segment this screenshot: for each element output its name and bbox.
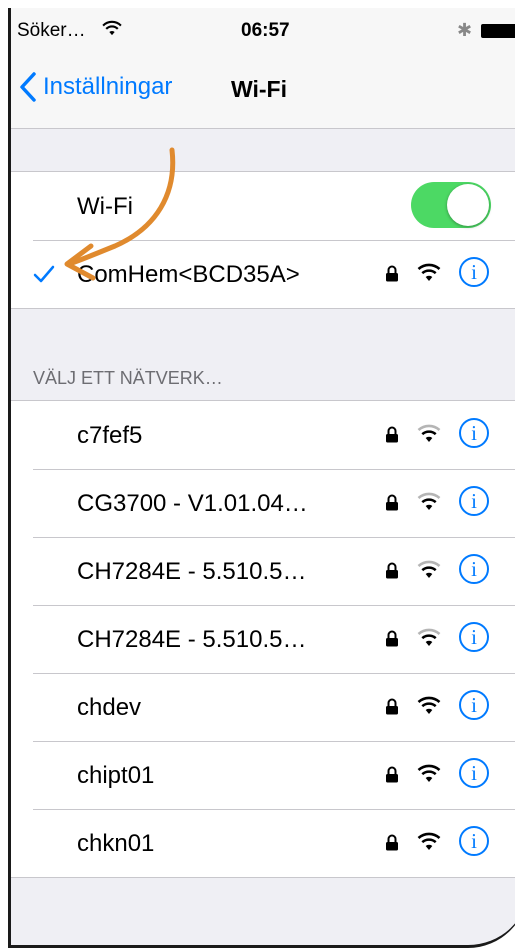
wifi-toggle-switch[interactable] [411,182,491,228]
chevron-left-icon [20,72,36,102]
info-button[interactable]: i [459,257,489,287]
network-row[interactable]: CH7284E - 5.510.5… i [11,605,515,673]
back-button[interactable]: Inställningar [19,72,172,102]
connected-network-row[interactable]: ComHem<BCD35A> i [11,240,515,308]
network-name: chdev [77,694,142,721]
bluetooth-icon: ✱ [457,20,473,40]
info-button[interactable]: i [459,418,489,448]
battery-icon [481,24,515,38]
lock-icon [386,265,398,282]
network-list: c7fef5 i CG3700 - V1.01.04… i CH7284E - 5.51… [11,400,515,878]
connected-network-name: ComHem<BCD35A> [77,261,300,288]
network-name: c7fef5 [77,422,143,449]
status-time: 06:57 [241,20,290,41]
lock-icon [386,426,398,443]
network-name: CH7284E - 5.510.5… [77,558,307,585]
network-row[interactable]: chkn01 i [11,809,515,877]
wifi-signal-icon [417,764,441,782]
info-button[interactable]: i [459,554,489,584]
wifi-signal-icon [417,263,441,281]
info-button[interactable]: i [459,690,489,720]
screen: Söker… 06:57 ✱ Inställningar Wi-Fi Wi-Fi [11,8,515,945]
wifi-group: Wi-Fi ComHem<BCD35A> i [11,171,515,309]
wifi-signal-icon [417,696,441,714]
section-header: VÄLJ ETT NÄTVERK… [33,368,223,388]
network-name: chkn01 [77,830,155,857]
lock-icon [386,562,398,579]
navigation-bar: Inställningar Wi-Fi [11,50,515,129]
network-row[interactable]: chdev i [11,673,515,741]
network-name: CH7284E - 5.510.5… [77,626,307,653]
lock-icon [386,766,398,783]
wifi-signal-icon [417,492,441,510]
lock-icon [386,834,398,851]
network-name: chipt01 [77,762,155,789]
lock-icon [386,494,398,511]
wifi-signal-icon [417,560,441,578]
checkmark-icon [33,265,55,283]
wifi-signal-icon [417,628,441,646]
status-bar: Söker… 06:57 ✱ [11,8,515,50]
lock-icon [386,630,398,647]
network-name: CG3700 - V1.01.04… [77,490,308,517]
network-row[interactable]: CG3700 - V1.01.04… i [11,469,515,537]
phone-frame: Söker… 06:57 ✱ Inställningar Wi-Fi Wi-Fi [8,8,515,948]
info-button[interactable]: i [459,826,489,856]
wifi-toggle-label: Wi-Fi [77,193,133,220]
network-row[interactable]: c7fef5 i [11,401,515,469]
wifi-toggle-row: Wi-Fi [11,172,515,240]
back-button-label: Inställningar [43,73,173,100]
network-row[interactable]: CH7284E - 5.510.5… i [11,537,515,605]
wifi-signal-icon [417,832,441,850]
wifi-signal-icon [417,424,441,442]
page-title: Wi-Fi [231,76,287,102]
info-button[interactable]: i [459,758,489,788]
carrier-label: Söker… [17,20,86,41]
toggle-knob [447,184,489,226]
lock-icon [386,698,398,715]
wifi-status-icon [102,20,122,36]
info-button[interactable]: i [459,486,489,516]
info-button[interactable]: i [459,622,489,652]
network-row[interactable]: chipt01 i [11,741,515,809]
